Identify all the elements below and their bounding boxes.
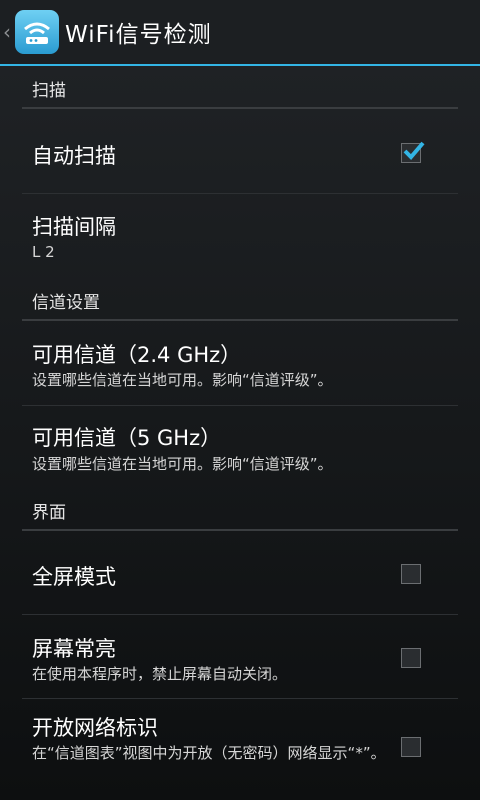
pref-summary: 在使用本程序时，禁止屏幕自动关闭。	[32, 665, 288, 683]
settings-list: 扫描 自动扫描 扫描间隔 L 2 信道设置 可用信道（2.4 GHz） 设置哪些…	[0, 66, 480, 800]
app-title: WiFi信号检测	[65, 22, 212, 48]
pref-summary: 在“信道图表”视图中为开放（无密码）网络显示“*”。	[32, 744, 386, 762]
auto-scan-checkbox[interactable]	[401, 141, 425, 163]
back-caret-icon[interactable]: ‹	[3, 22, 13, 42]
pref-summary: 设置哪些信道在当地可用。影响“信道评级”。	[32, 455, 333, 473]
pref-title: 全屏模式	[32, 565, 116, 589]
pref-title: 自动扫描	[32, 144, 116, 168]
category-label: 扫描	[32, 81, 66, 101]
category-scan: 扫描	[22, 66, 458, 109]
wifi-router-icon	[24, 22, 50, 44]
pref-auto-scan[interactable]: 自动扫描	[22, 110, 458, 194]
category-channel: 信道设置	[22, 281, 458, 321]
pref-mark-open[interactable]: 开放网络标识 在“信道图表”视图中为开放（无密码）网络显示“*”。	[22, 700, 458, 800]
category-label: 信道设置	[32, 293, 100, 313]
pref-summary: 设置哪些信道在当地可用。影响“信道评级”。	[32, 371, 333, 389]
pref-summary: L 2	[32, 243, 55, 261]
pref-title: 可用信道（5 GHz）	[32, 426, 222, 450]
fullscreen-checkbox[interactable]	[401, 564, 421, 584]
pref-fullscreen[interactable]: 全屏模式	[22, 532, 458, 615]
pref-keep-screen-on[interactable]: 屏幕常亮 在使用本程序时，禁止屏幕自动关闭。	[22, 616, 458, 699]
app-icon[interactable]	[15, 10, 59, 54]
pref-title: 开放网络标识	[32, 716, 158, 740]
pref-channels-5[interactable]: 可用信道（5 GHz） 设置哪些信道在当地可用。影响“信道评级”。	[22, 407, 458, 491]
category-label: 界面	[32, 503, 66, 523]
pref-title: 可用信道（2.4 GHz）	[32, 343, 242, 367]
pref-title: 扫描间隔	[32, 215, 116, 239]
keep-screen-on-checkbox[interactable]	[401, 648, 421, 668]
pref-scan-interval[interactable]: 扫描间隔 L 2	[22, 195, 458, 281]
checkmark-icon	[403, 141, 425, 160]
action-bar: ‹ WiFi信号检测	[0, 0, 480, 66]
category-ui: 界面	[22, 491, 458, 531]
mark-open-checkbox[interactable]	[401, 737, 421, 757]
pref-title: 屏幕常亮	[32, 637, 116, 661]
pref-channels-24[interactable]: 可用信道（2.4 GHz） 设置哪些信道在当地可用。影响“信道评级”。	[22, 322, 458, 406]
